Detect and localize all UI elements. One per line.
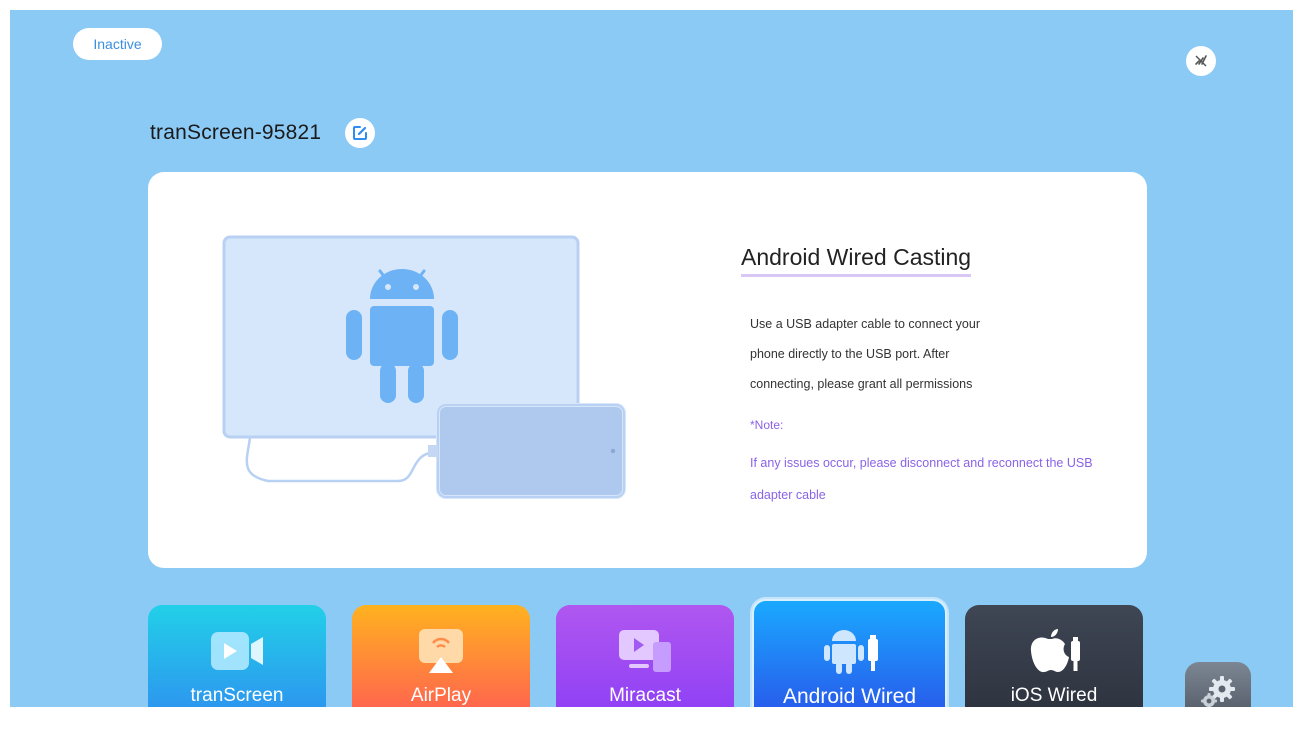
note-text: If any issues occur, please disconnect a… (750, 447, 1130, 511)
tab-label: AirPlay (410, 685, 472, 706)
device-row: tranScreen-95821 (150, 118, 376, 148)
edit-icon (353, 126, 368, 140)
note-label: *Note: (750, 418, 784, 432)
device-name: tranScreen-95821 (150, 121, 322, 144)
description-line: Use a USB adapter cable to connect your (750, 317, 980, 331)
tab-miracast[interactable]: Miracast (556, 605, 734, 707)
android-casting-illustration (222, 235, 626, 499)
tab-android-wired[interactable]: Android Wired (752, 599, 947, 707)
tab-transcreen[interactable]: tranScreen (148, 605, 326, 707)
tab-label: Android Wired (782, 685, 917, 707)
settings-button[interactable] (1185, 662, 1251, 707)
casting-info-card: Android Wired Casting Use a USB adapter … (148, 172, 1147, 568)
status-badge: Inactive (73, 28, 162, 60)
note-line: If any issues occur, please disconnect a… (750, 456, 1093, 470)
description-line: phone directly to the USB port. After (750, 347, 950, 361)
tab-airplay[interactable]: AirPlay (352, 605, 530, 707)
gear-icon (1201, 676, 1235, 707)
edit-name-button[interactable] (345, 118, 376, 148)
description-line: connecting, please grant all permissions (750, 377, 973, 391)
video-camera-icon (211, 632, 263, 670)
miracast-icon (619, 630, 671, 672)
app-screen: Inactive tranScreen-95821 Android Wired … (10, 10, 1293, 707)
tab-label: Miracast (609, 685, 681, 706)
signal-off-icon[interactable] (1186, 46, 1216, 76)
note-line: adapter cable (750, 488, 826, 502)
tab-ios-wired[interactable]: iOS Wired (965, 605, 1143, 707)
tab-label: iOS Wired (1010, 685, 1098, 706)
airplay-icon (419, 629, 463, 673)
android-usb-icon (823, 630, 878, 674)
casting-description: Use a USB adapter cable to connect your … (750, 309, 1010, 399)
tab-label: tranScreen (190, 685, 284, 706)
casting-title: Android Wired Casting (741, 244, 972, 277)
apple-usb-icon (1030, 629, 1080, 673)
